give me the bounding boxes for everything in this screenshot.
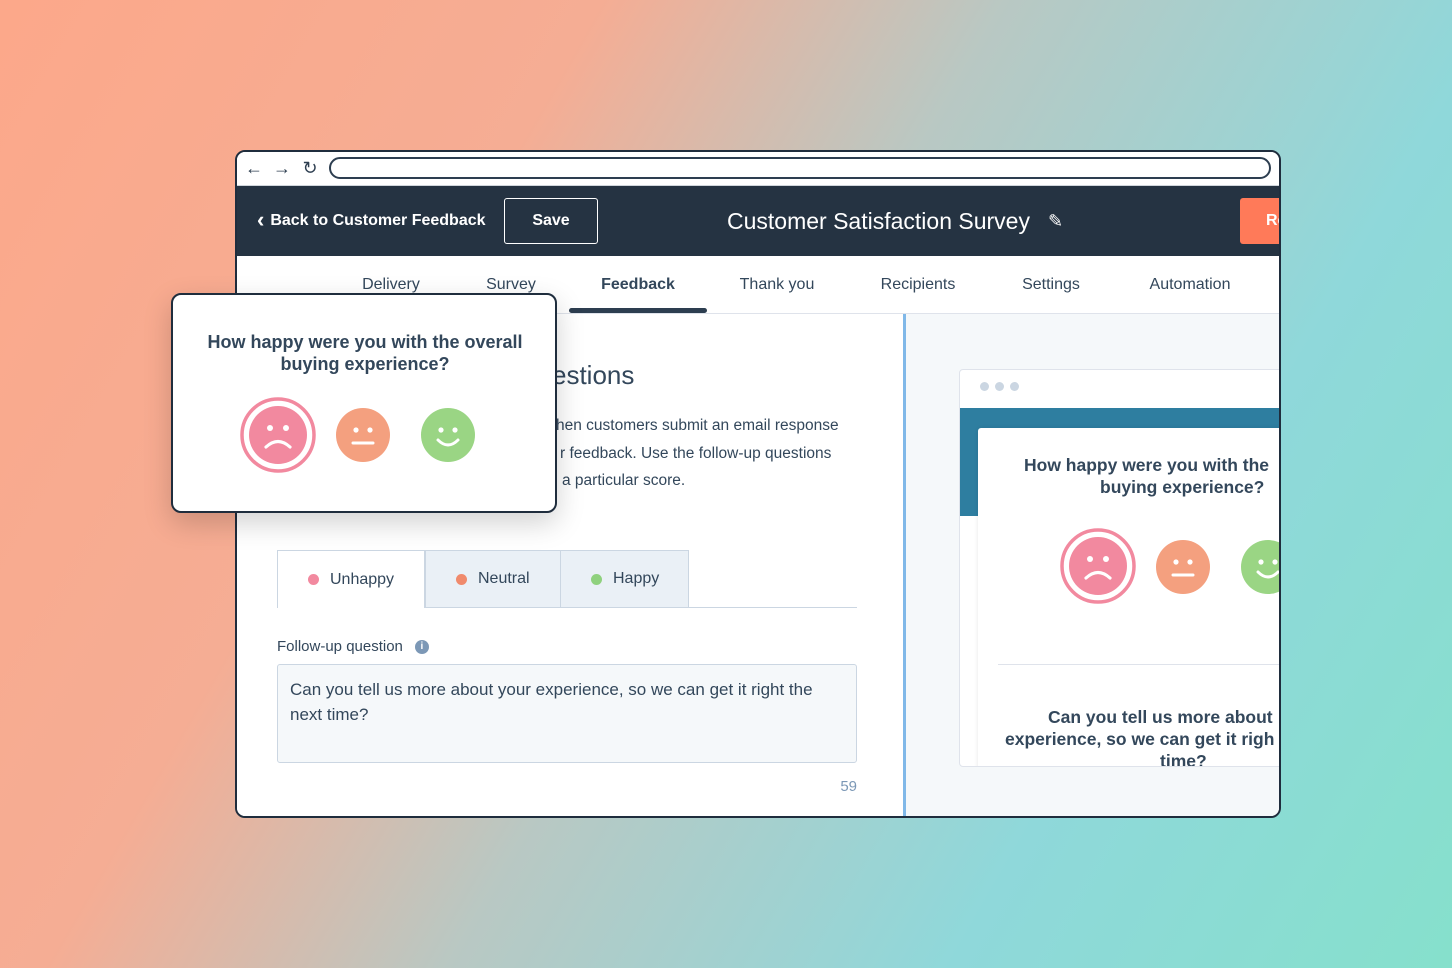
followup-question-label: Follow-up question i (277, 638, 429, 655)
score-tab-unhappy[interactable]: Unhappy (277, 550, 425, 608)
score-tab-neutral[interactable]: Neutral (425, 550, 561, 607)
neutral-face-icon[interactable] (1156, 540, 1210, 594)
app-header: ‹ Back to Customer Feedback Save Custome… (237, 186, 1279, 256)
email-preview: How happy were you with the buying exper… (959, 369, 1279, 767)
score-tab-happy[interactable]: Happy (560, 550, 689, 607)
sad-face-icon[interactable] (1060, 528, 1136, 604)
survey-title-text: Customer Satisfaction Survey (727, 207, 1030, 234)
score-tab-label: Happy (613, 570, 660, 587)
score-tab-label: Unhappy (330, 570, 395, 588)
chevron-left-icon: ‹ (257, 206, 265, 232)
happy-dot-icon (591, 573, 602, 585)
dot-icon (1010, 382, 1019, 391)
preview-survey-card: How happy were you with the buying exper… (978, 428, 1279, 767)
active-tab-indicator (569, 308, 707, 313)
pencil-icon[interactable]: ✎ (1048, 211, 1063, 232)
happy-face-icon[interactable] (1241, 540, 1279, 594)
tab-feedback[interactable]: Feedback (579, 256, 697, 314)
review-button[interactable]: Re (1240, 198, 1279, 244)
info-icon[interactable]: i (414, 639, 429, 654)
save-button[interactable]: Save (504, 198, 598, 244)
preview-window-dots (980, 382, 1025, 391)
preview-question: How happy were you with the buying exper… (1008, 454, 1279, 498)
preview-followup-line: Can you tell us more about (1048, 707, 1273, 727)
neutral-face-icon[interactable] (336, 408, 390, 462)
page-title: Customer Satisfaction Survey ✎ (727, 186, 1063, 256)
unhappy-dot-icon (308, 574, 319, 585)
refresh-icon[interactable]: ↻ (299, 157, 321, 179)
popup-question: How happy were you with the overall buyi… (207, 332, 523, 374)
arrow-left-icon[interactable]: ← (243, 157, 265, 179)
tab-automation[interactable]: Automation (1129, 256, 1251, 314)
preview-separator (998, 664, 1279, 665)
character-count: 59 (840, 778, 857, 795)
score-tabs: Unhappy Neutral Happy (277, 550, 857, 608)
followup-question-input[interactable]: Can you tell us more about your experien… (277, 664, 857, 763)
back-link-label: Back to Customer Feedback (270, 212, 486, 229)
tab-recipients[interactable]: Recipients (863, 256, 973, 314)
dot-icon (980, 382, 989, 391)
dot-icon (995, 382, 1004, 391)
sad-face-icon[interactable] (240, 397, 316, 473)
preview-followup-question: Can you tell us more about experience, s… (998, 706, 1279, 767)
survey-question-popup: How happy were you with the overall buyi… (171, 293, 557, 513)
preview-followup-line: time? (1160, 751, 1207, 767)
tab-settings[interactable]: Settings (1005, 256, 1097, 314)
happy-face-icon[interactable] (421, 408, 475, 462)
preview-question-line: How happy were you with the (1024, 455, 1270, 475)
preview-panel: How happy were you with the buying exper… (906, 314, 1279, 816)
back-to-customer-feedback-link[interactable]: ‹ Back to Customer Feedback (257, 186, 486, 256)
preview-question-line: buying experience? (1100, 477, 1265, 497)
browser-toolbar: ← → ↻ (237, 152, 1279, 186)
preview-followup-line: experience, so we can get it righ (1005, 729, 1275, 749)
arrow-right-icon[interactable]: → (271, 157, 293, 179)
neutral-dot-icon (456, 573, 467, 585)
followup-label-text: Follow-up question (277, 638, 403, 655)
address-bar[interactable] (329, 157, 1271, 179)
score-tab-label: Neutral (478, 570, 530, 587)
tab-thank-you[interactable]: Thank you (721, 256, 833, 314)
